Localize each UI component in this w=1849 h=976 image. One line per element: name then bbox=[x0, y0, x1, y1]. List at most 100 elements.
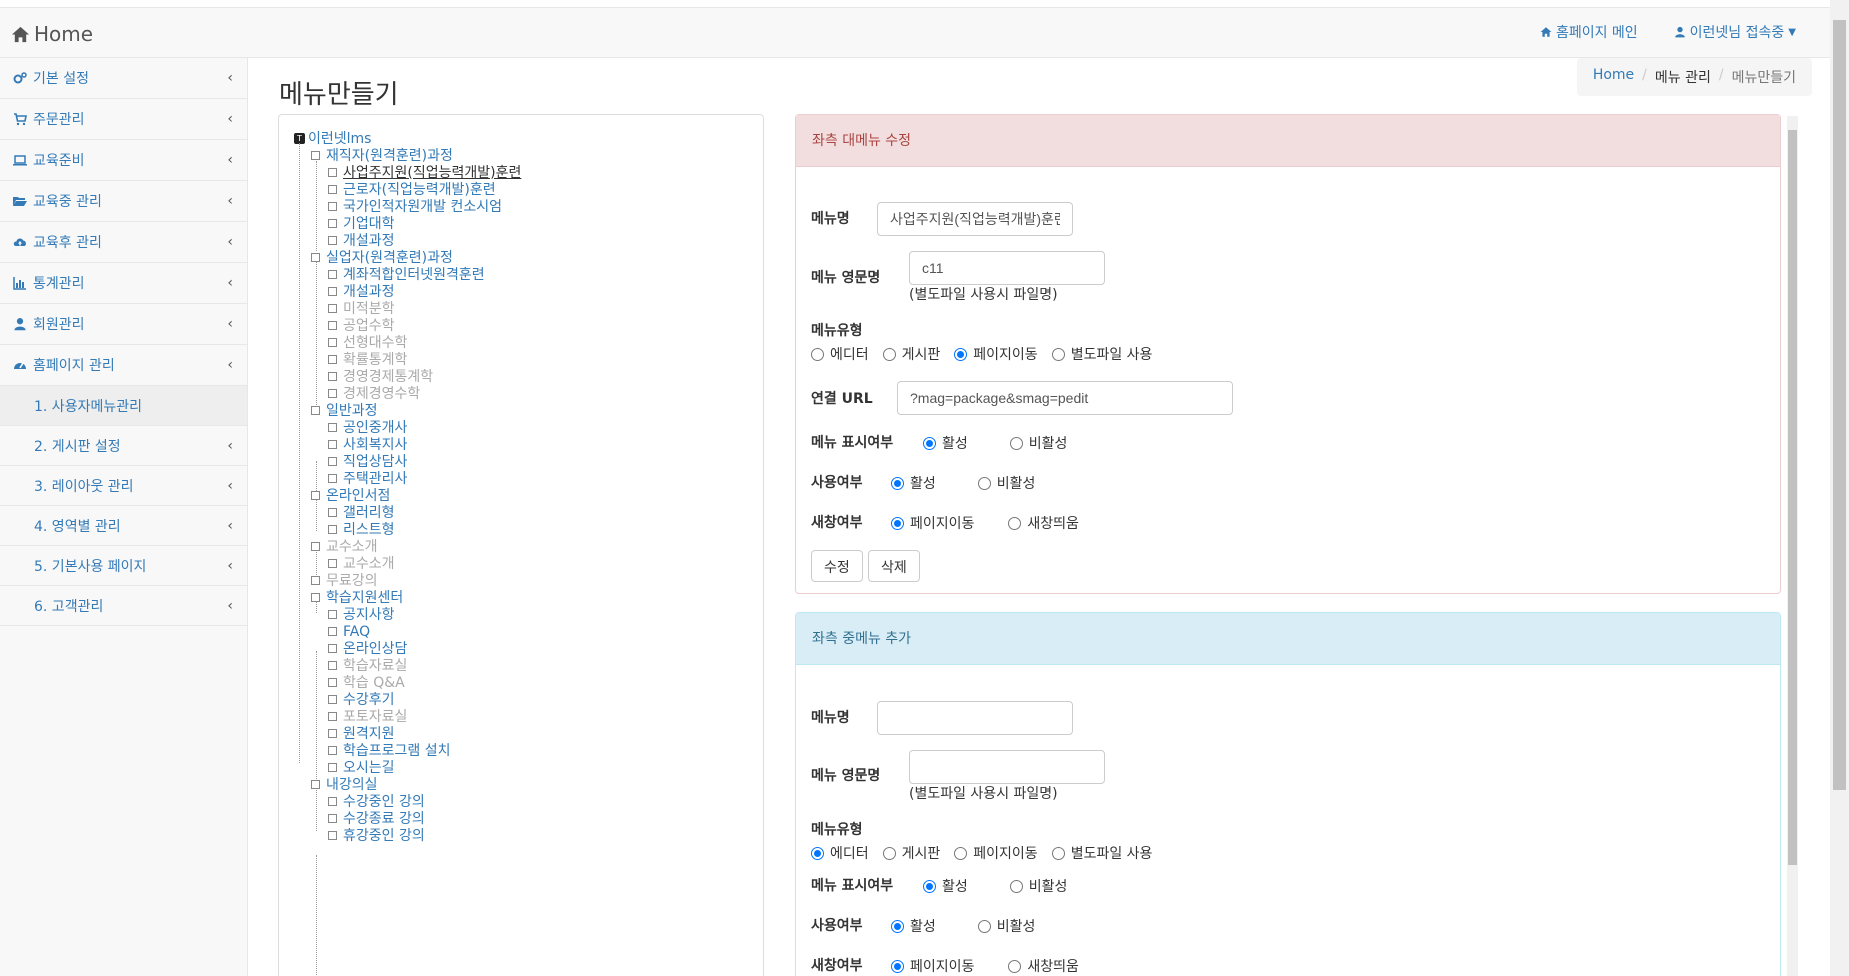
display-inactive-radio[interactable]: 비활성 bbox=[1009, 433, 1067, 453]
sidebar-subitem-board-settings[interactable]: 2. 게시판 설정 ‹ bbox=[0, 426, 247, 466]
tree-node[interactable]: FAQ bbox=[328, 623, 370, 641]
display-inactive-radio[interactable]: 비활성 bbox=[1009, 876, 1067, 896]
brand-home-link[interactable]: Home bbox=[11, 22, 93, 46]
menu-type-board-radio[interactable]: 게시판 bbox=[882, 344, 940, 364]
tree-toggle-icon[interactable] bbox=[328, 439, 337, 449]
tree-toggle-icon[interactable] bbox=[328, 728, 337, 738]
tree-toggle-icon[interactable] bbox=[328, 303, 337, 313]
panel-scrollbar[interactable] bbox=[1787, 116, 1798, 976]
tree-node[interactable]: 수강종료 강의 bbox=[328, 810, 425, 828]
menu-eng-name-input[interactable] bbox=[909, 251, 1105, 285]
tree-node[interactable]: 경제경영수학 bbox=[328, 385, 420, 403]
tree-toggle-icon[interactable] bbox=[328, 167, 337, 177]
sidebar-item-statistics[interactable]: 통계관리 ‹ bbox=[0, 263, 247, 304]
tree-node[interactable]: 내강의실 bbox=[311, 776, 378, 794]
tree-node[interactable]: 교수소개 bbox=[328, 555, 395, 573]
tree-node[interactable]: 학습프로그램 설치 bbox=[328, 742, 451, 760]
tree-toggle-icon[interactable] bbox=[328, 388, 337, 398]
tree-toggle-icon[interactable] bbox=[328, 609, 337, 619]
tree-node[interactable]: 온라인상담 bbox=[328, 640, 407, 658]
tree-toggle-icon[interactable] bbox=[328, 456, 337, 466]
tree-toggle-icon[interactable] bbox=[328, 830, 337, 840]
tree-node[interactable]: 직업상담사 bbox=[328, 453, 407, 471]
tree-toggle-icon[interactable] bbox=[311, 252, 320, 262]
use-inactive-radio[interactable]: 비활성 bbox=[977, 473, 1035, 493]
tree-node[interactable]: 계좌적합인터넷원격훈련 bbox=[328, 266, 485, 284]
sidebar-item-basic-settings[interactable]: 기본 설정 ‹ bbox=[0, 58, 247, 99]
tree-toggle-icon[interactable] bbox=[328, 762, 337, 772]
homepage-main-link[interactable]: 홈페이지 메인 bbox=[1540, 22, 1638, 42]
tree-toggle-icon[interactable] bbox=[328, 796, 337, 806]
tree-node[interactable]: 교수소개 bbox=[311, 538, 378, 556]
tree-toggle-icon[interactable] bbox=[328, 660, 337, 670]
add-menu-eng-name-input[interactable] bbox=[909, 750, 1105, 784]
use-inactive-radio[interactable]: 비활성 bbox=[977, 916, 1035, 936]
tree-toggle-icon[interactable] bbox=[328, 473, 337, 483]
tree-node[interactable]: 온라인서점 bbox=[311, 487, 390, 505]
tree-node[interactable]: 미적분학 bbox=[328, 300, 395, 318]
tree-toggle-icon[interactable] bbox=[328, 558, 337, 568]
window-same-radio[interactable]: 페이지이동 bbox=[891, 513, 974, 533]
menu-type-page-move-radio[interactable]: 페이지이동 bbox=[954, 344, 1038, 364]
tree-toggle-icon[interactable] bbox=[311, 779, 320, 789]
tree-toggle-icon[interactable] bbox=[328, 422, 337, 432]
tree-node-selected[interactable]: 사업주지원(직업능력개발)훈련 bbox=[328, 164, 521, 182]
display-active-radio[interactable]: 활성 bbox=[923, 433, 968, 453]
sidebar-item-during-edu[interactable]: 교육중 관리 ‹ bbox=[0, 181, 247, 222]
tree-node[interactable]: 경영경제통계학 bbox=[328, 368, 433, 386]
tree-toggle-icon[interactable] bbox=[328, 184, 337, 194]
display-active-radio[interactable]: 활성 bbox=[923, 876, 968, 896]
menu-type-editor-radio[interactable]: 에디터 bbox=[811, 843, 869, 863]
tree-toggle-icon[interactable] bbox=[328, 507, 337, 517]
tree-node[interactable]: 포토자료실 bbox=[328, 708, 407, 726]
tree-node[interactable]: 학습자료실 bbox=[328, 657, 407, 675]
tree-toggle-icon[interactable] bbox=[328, 677, 337, 687]
user-dropdown[interactable]: 이런넷님 접속중 ▼ bbox=[1674, 22, 1796, 42]
add-menu-name-input[interactable] bbox=[877, 701, 1073, 735]
window-new-radio[interactable]: 새창띄움 bbox=[1008, 956, 1079, 976]
tree-node[interactable]: 기업대학 bbox=[328, 215, 395, 233]
menu-type-separate-file-radio[interactable]: 별도파일 사용 bbox=[1051, 344, 1152, 364]
tree-node[interactable]: 사회복지사 bbox=[328, 436, 407, 454]
delete-button[interactable]: 삭제 bbox=[868, 550, 920, 582]
tree-node[interactable]: 선형대수학 bbox=[328, 334, 407, 352]
sidebar-subitem-user-menu[interactable]: 1. 사용자메뉴관리 bbox=[0, 386, 247, 426]
link-url-input[interactable] bbox=[897, 381, 1233, 415]
tree-node[interactable]: 국가인적자원개발 컨소시엄 bbox=[328, 198, 502, 216]
sidebar-subitem-customers[interactable]: 6. 고객관리 ‹ bbox=[0, 586, 247, 626]
tree-toggle-icon[interactable] bbox=[328, 337, 337, 347]
tree-toggle-icon[interactable] bbox=[311, 541, 320, 551]
sidebar-item-homepage-mgmt[interactable]: 홈페이지 관리 ‹ bbox=[0, 345, 247, 386]
window-new-radio[interactable]: 새창띄움 bbox=[1008, 513, 1079, 533]
sidebar-subitem-default-pages[interactable]: 5. 기본사용 페이지 ‹ bbox=[0, 546, 247, 586]
update-button[interactable]: 수정 bbox=[811, 550, 863, 582]
menu-type-separate-file-radio[interactable]: 별도파일 사용 bbox=[1051, 843, 1152, 863]
tree-node[interactable]: 실업자(원격훈련)과정 bbox=[311, 249, 453, 267]
page-scrollbar-thumb[interactable] bbox=[1833, 20, 1846, 790]
tree-toggle-icon[interactable] bbox=[328, 201, 337, 211]
tree-toggle-icon[interactable] bbox=[328, 626, 337, 636]
tree-toggle-icon[interactable] bbox=[311, 405, 320, 415]
sidebar-subitem-layout[interactable]: 3. 레이아웃 관리 ‹ bbox=[0, 466, 247, 506]
tree-node[interactable]: 갤러리형 bbox=[328, 504, 395, 522]
tree-toggle-icon[interactable] bbox=[328, 524, 337, 534]
tree-toggle-icon[interactable] bbox=[328, 813, 337, 823]
tree-node[interactable]: 리스트형 bbox=[328, 521, 395, 539]
tree-toggle-icon[interactable] bbox=[328, 745, 337, 755]
tree-node[interactable]: 휴강중인 강의 bbox=[328, 827, 425, 845]
window-same-radio[interactable]: 페이지이동 bbox=[891, 956, 974, 976]
breadcrumb-home-link[interactable]: Home bbox=[1593, 67, 1634, 87]
sidebar-subitem-areas[interactable]: 4. 영역별 관리 ‹ bbox=[0, 506, 247, 546]
tree-node[interactable]: 무료강의 bbox=[311, 572, 378, 590]
tree-toggle-icon[interactable] bbox=[311, 592, 320, 602]
page-scrollbar[interactable] bbox=[1830, 0, 1849, 976]
sidebar-item-orders[interactable]: 주문관리 ‹ bbox=[0, 99, 247, 140]
tree-node[interactable]: 일반과정 bbox=[311, 402, 378, 420]
panel-scrollbar-thumb[interactable] bbox=[1788, 130, 1797, 865]
tree-node[interactable]: 개설과정 bbox=[328, 283, 395, 301]
tree-node[interactable]: 확률통계학 bbox=[328, 351, 407, 369]
sidebar-item-edu-prep[interactable]: 교육준비 ‹ bbox=[0, 140, 247, 181]
use-active-radio[interactable]: 활성 bbox=[891, 473, 936, 493]
tree-node[interactable]: 주택관리사 bbox=[328, 470, 407, 488]
tree-toggle-icon[interactable] bbox=[328, 694, 337, 704]
